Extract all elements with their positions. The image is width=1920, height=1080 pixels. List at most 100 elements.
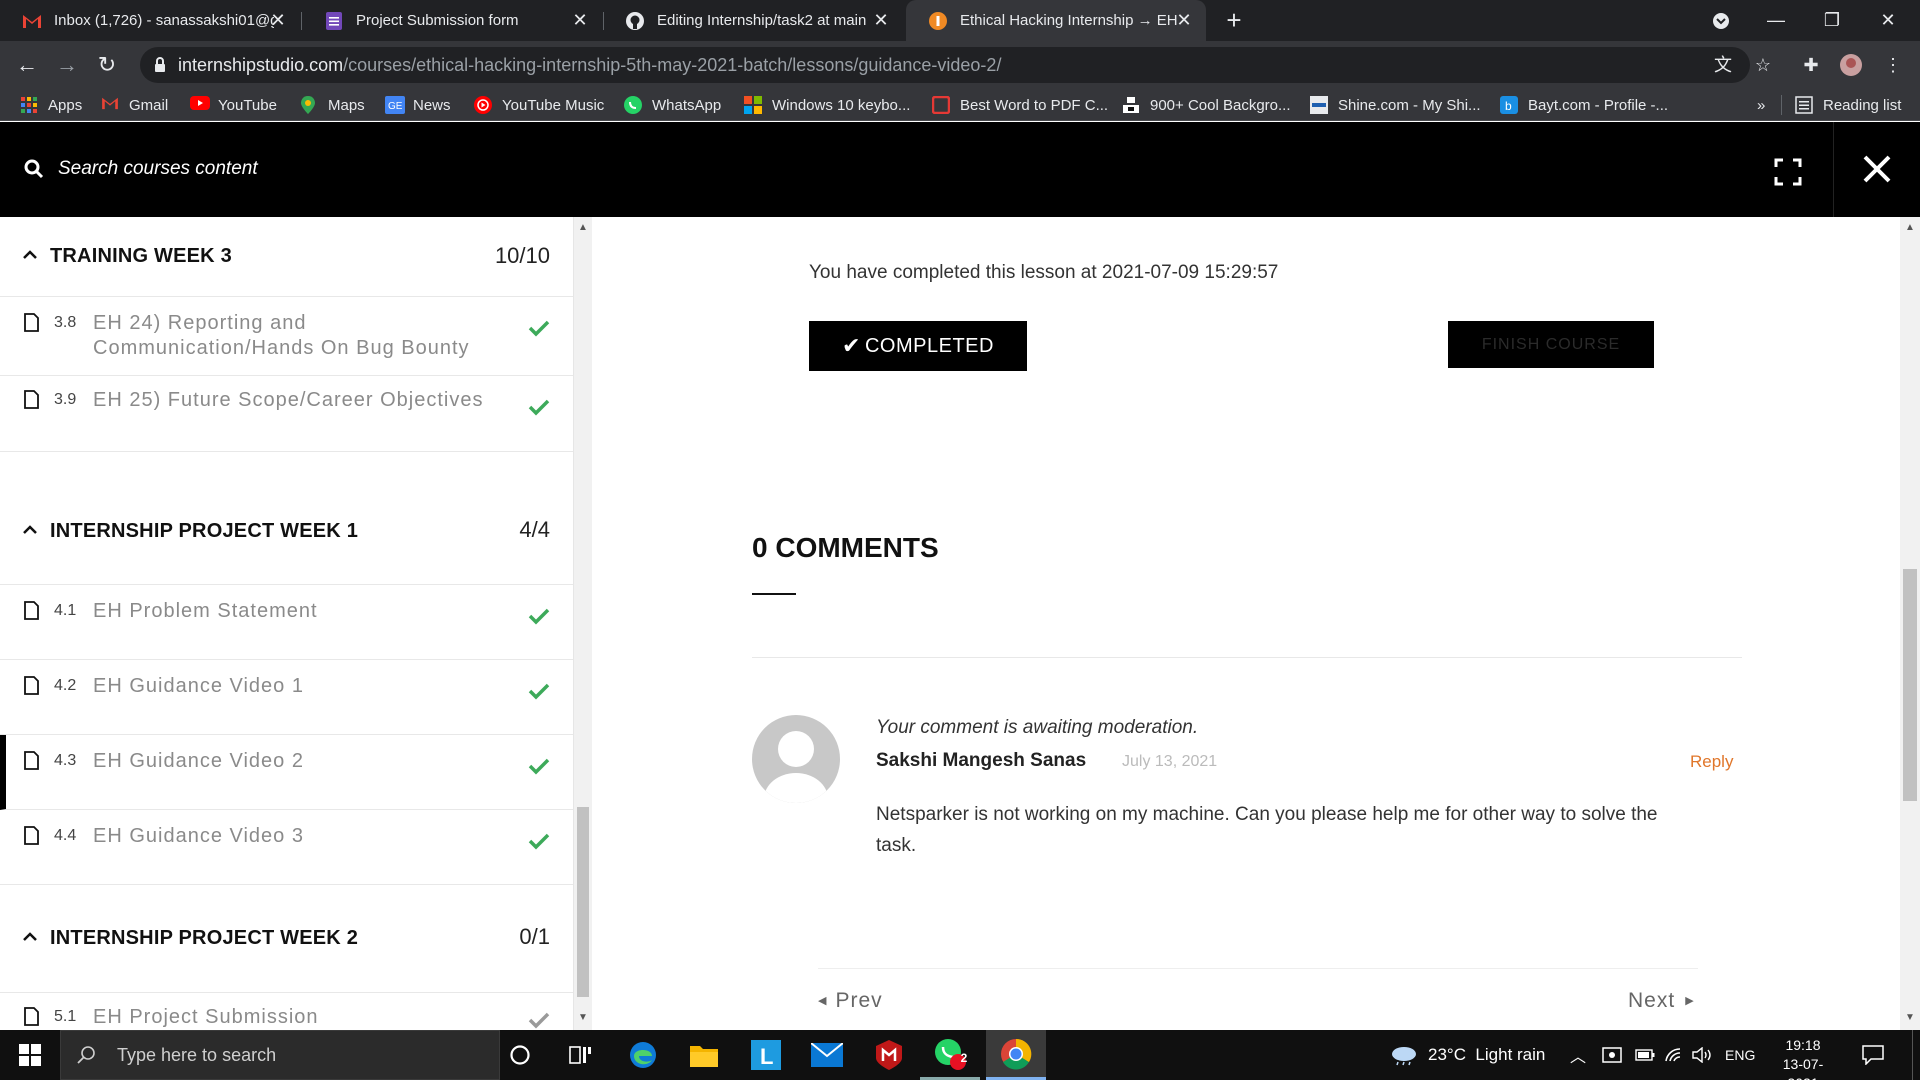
sidebar-scroll-thumb[interactable] [577, 807, 589, 997]
lesson-title: EH 24) Reporting and Communication/Hands… [93, 312, 470, 359]
section-header-internship-project-week-1[interactable]: INTERNSHIP PROJECT WEEK 1 4/4 [0, 482, 573, 585]
scroll-down-arrow-icon[interactable]: ▼ [578, 1013, 588, 1023]
cloud-rain-icon [1392, 1047, 1416, 1066]
lesson-item[interactable]: 5.1 EH Project Submission [0, 993, 573, 1030]
svg-text:L: L [760, 1044, 773, 1069]
bookmark-youtube[interactable]: YouTube [190, 94, 277, 116]
translate-icon[interactable]: 文 [1711, 53, 1735, 77]
wifi-icon[interactable] [1664, 1030, 1684, 1080]
address-bar[interactable]: internshipstudio.com/courses/ethical-hac… [140, 47, 1750, 83]
app-l-icon[interactable]: L [736, 1030, 796, 1080]
lesson-item[interactable]: 3.8 EH 24) Reporting and Communication/H… [0, 297, 573, 376]
unsplash-icon [1122, 96, 1140, 114]
bookmarks-overflow-button[interactable]: » [1757, 94, 1765, 116]
next-lesson-link[interactable]: Next ▶ [1628, 989, 1695, 1013]
lesson-item[interactable]: 3.9 EH 25) Future Scope/Career Objective… [0, 376, 573, 452]
back-button[interactable]: ← [12, 50, 42, 80]
lesson-item-current[interactable]: 4.3 EH Guidance Video 2 [0, 735, 573, 810]
bookmark-whatsapp[interactable]: WhatsApp [624, 94, 721, 116]
taskbar-clock[interactable]: 19:18 13-07-2021 [1768, 1036, 1838, 1080]
lesson-item[interactable]: 4.4 EH Guidance Video 3 [0, 810, 573, 885]
main-scrollbar[interactable]: ▲ ▼ [1900, 217, 1920, 1030]
close-icon[interactable] [1860, 152, 1894, 186]
tab-search-icon[interactable] [1695, 0, 1747, 41]
show-hidden-icons-chevron-icon[interactable]: ︿ [1570, 1030, 1586, 1080]
finish-course-button[interactable]: FINISH COURSE [1448, 321, 1654, 368]
url-domain: internshipstudio.com [178, 55, 344, 75]
tab-gmail[interactable]: Inbox (1,726) - sanassakshi01@gmail.com … [0, 0, 300, 41]
battery-icon[interactable] [1635, 1030, 1655, 1080]
forward-button[interactable]: → [52, 50, 82, 80]
scroll-down-arrow-icon[interactable]: ▼ [1905, 1013, 1915, 1023]
lesson-item[interactable]: 4.2 EH Guidance Video 1 [0, 660, 573, 735]
bookmark-star-icon[interactable]: ☆ [1751, 53, 1775, 77]
new-tab-button[interactable]: + [1220, 6, 1248, 34]
task-view-icon[interactable] [551, 1030, 611, 1080]
minimize-button[interactable]: — [1750, 0, 1802, 41]
chevron-up-icon [23, 525, 37, 534]
browser-tab-strip: Inbox (1,726) - sanassakshi01@gmail.com … [0, 0, 1920, 41]
prev-lesson-link[interactable]: ◀ Prev [818, 989, 883, 1013]
close-tab-icon[interactable]: ✕ [871, 10, 891, 30]
notifications-icon[interactable] [1862, 1030, 1884, 1080]
restore-button[interactable]: ❐ [1806, 0, 1858, 41]
bookmarks-divider [1781, 95, 1782, 115]
close-tab-icon[interactable]: ✕ [1174, 10, 1194, 30]
bookmark-gmail[interactable]: Gmail [101, 94, 168, 116]
next-label: Next [1628, 989, 1676, 1012]
fullscreen-icon[interactable] [1774, 158, 1802, 186]
lesson-item[interactable]: 4.1 EH Problem Statement [0, 585, 573, 660]
maps-icon [300, 96, 318, 114]
check-icon [528, 1012, 550, 1029]
bookmark-bayt[interactable]: b Bayt.com - Profile -... [1500, 94, 1668, 116]
reading-list-button[interactable]: Reading list [1795, 94, 1901, 116]
profile-avatar[interactable] [1839, 53, 1863, 77]
lesson-title: EH Problem Statement [93, 600, 318, 622]
mcafee-icon[interactable] [859, 1030, 919, 1080]
lesson-number: 4.1 [54, 602, 77, 619]
bookmark-word-to-pdf[interactable]: Best Word to PDF C... [931, 94, 1108, 116]
close-tab-icon[interactable]: ✕ [268, 10, 288, 30]
taskbar-search-box[interactable]: Type here to search [60, 1030, 500, 1080]
reload-button[interactable]: ↻ [92, 50, 122, 80]
mail-icon[interactable] [797, 1030, 857, 1080]
bookmark-youtube-music[interactable]: YouTube Music [474, 94, 604, 116]
bookmark-apps[interactable]: Apps [20, 94, 82, 116]
reply-link[interactable]: Reply [1690, 752, 1733, 772]
main-scroll-thumb[interactable] [1903, 569, 1917, 801]
tab-project-submission[interactable]: Project Submission form ✕ [302, 0, 602, 41]
scroll-up-arrow-icon[interactable]: ▲ [1905, 223, 1915, 233]
section-progress-count: 4/4 [519, 517, 550, 542]
tab-github[interactable]: Editing Internship/task2 at main ✕ [603, 0, 903, 41]
edge-browser-icon[interactable] [613, 1030, 673, 1080]
sidebar-scrollbar[interactable]: ▲ ▼ [574, 217, 592, 1030]
section-progress-count: 10/10 [494, 243, 550, 268]
input-language[interactable]: ENG [1725, 1030, 1755, 1080]
start-button[interactable] [0, 1030, 60, 1080]
lesson-title: EH Guidance Video 3 [93, 825, 304, 847]
section-header-training-week-3[interactable]: TRAINING WEEK 3 10/10 [0, 217, 573, 297]
meet-now-icon[interactable] [1602, 1030, 1622, 1080]
bookmark-windows-keyboard[interactable]: Windows 10 keybo... [744, 94, 910, 116]
whatsapp-taskbar-icon[interactable]: 2 [920, 1030, 980, 1080]
completed-button[interactable]: ✔ COMPLETED [809, 321, 1027, 371]
section-header-internship-project-week-2[interactable]: INTERNSHIP PROJECT WEEK 2 0/1 [0, 885, 573, 993]
scroll-up-arrow-icon[interactable]: ▲ [578, 223, 588, 233]
cortana-icon[interactable] [490, 1030, 550, 1080]
close-window-button[interactable]: ✕ [1862, 0, 1914, 41]
file-explorer-icon[interactable] [674, 1030, 734, 1080]
menu-kebab-icon[interactable]: ⋮ [1881, 53, 1905, 77]
bookmark-shine[interactable]: Shine.com - My Shi... [1310, 94, 1481, 116]
bookmark-news[interactable]: GE News [385, 94, 451, 116]
extensions-icon[interactable]: ✚ [1799, 53, 1823, 77]
url-path: /courses/ethical-hacking-internship-5th-… [343, 55, 1002, 75]
show-desktop-button[interactable] [1912, 1030, 1920, 1080]
volume-icon[interactable] [1692, 1030, 1714, 1080]
weather-widget[interactable]: 23°C Light rain [1390, 1030, 1545, 1080]
bookmark-backgrounds[interactable]: 900+ Cool Backgro... [1122, 94, 1291, 116]
close-tab-icon[interactable]: ✕ [570, 10, 590, 30]
tab-ethical-hacking[interactable]: Ethical Hacking Internship → EH Guidance… [906, 0, 1206, 41]
bookmark-maps[interactable]: Maps [300, 94, 365, 116]
chrome-taskbar-icon[interactable] [986, 1030, 1046, 1080]
course-search[interactable]: Search courses content [24, 158, 258, 180]
